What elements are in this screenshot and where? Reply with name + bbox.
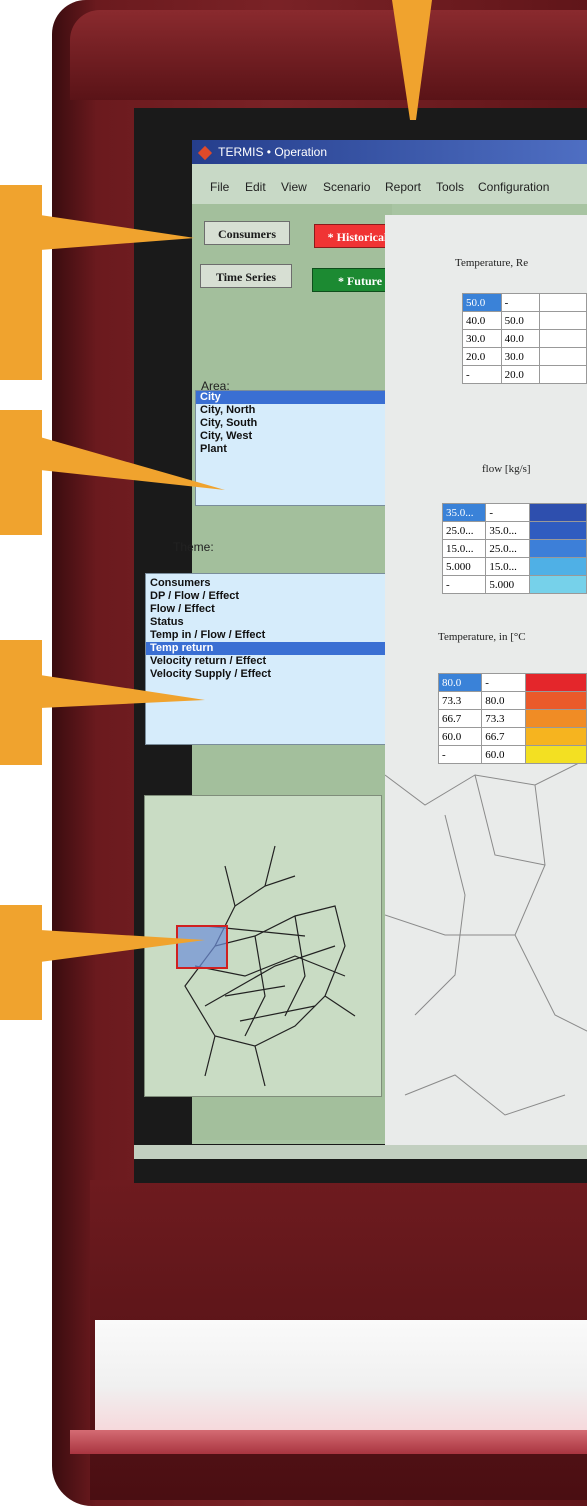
callout-lines <box>40 215 225 962</box>
